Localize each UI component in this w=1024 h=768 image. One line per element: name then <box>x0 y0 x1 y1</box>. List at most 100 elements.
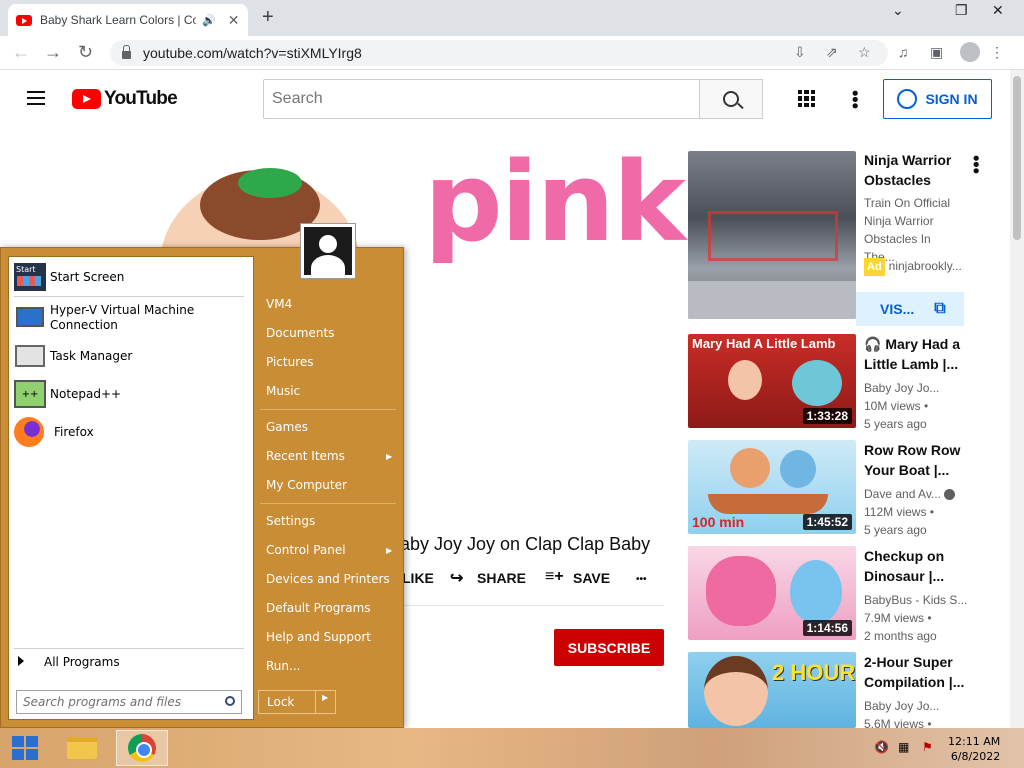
new-tab-button[interactable]: + <box>262 6 274 29</box>
start-item-help-support[interactable]: Help and Support <box>266 630 371 644</box>
start-item-pictures[interactable]: Pictures <box>266 355 314 369</box>
program-hyperv[interactable]: Hyper-V Virtual Machine Connection <box>14 303 200 333</box>
divider <box>260 409 396 410</box>
dislike-button[interactable]: LIKE <box>402 570 434 586</box>
program-firefox[interactable]: Firefox <box>14 417 94 447</box>
video-thumbnail[interactable]: 2 HOURS <box>688 652 856 728</box>
video-channel[interactable]: BabyBus - Kids S... <box>864 591 967 609</box>
video-age: 5 years ago <box>864 523 927 537</box>
share-page-icon[interactable]: ⇗ <box>826 44 838 61</box>
media-control-icon[interactable]: ♫ <box>898 44 909 60</box>
video-title-sidebar[interactable]: 🎧 Mary Had a Little Lamb |... <box>864 334 974 374</box>
browser-toolbar: ← → ↻ youtube.com/watch?v=stiXMLYIrg8 ⇩ … <box>0 36 1024 70</box>
video-channel[interactable]: Dave and Av... <box>864 485 956 503</box>
bookmark-star-icon[interactable]: ☆ <box>858 44 871 61</box>
hamburger-menu-icon[interactable] <box>27 91 45 105</box>
share-icon[interactable]: ↪ <box>450 568 463 588</box>
taskbar-explorer[interactable] <box>56 730 108 766</box>
save-button[interactable]: SAVE <box>573 570 610 586</box>
video-age: 5 years ago <box>864 417 927 431</box>
hyperv-icon <box>14 303 46 331</box>
start-item-games[interactable]: Games <box>266 420 308 434</box>
network-icon[interactable]: ▦ <box>898 740 909 754</box>
apps-grid-icon[interactable] <box>798 90 815 107</box>
video-title: aby Joy Joy on Clap Clap Baby <box>400 534 651 554</box>
account-icon <box>897 89 918 109</box>
system-clock[interactable]: 12:11 AM 6/8/2022 <box>948 734 1000 764</box>
restore-window-button[interactable]: ❐ <box>955 2 968 19</box>
start-item-devices-printers[interactable]: Devices and Printers <box>266 572 390 586</box>
search-button[interactable] <box>699 79 763 119</box>
side-panel-icon[interactable]: ▣ <box>930 44 943 61</box>
ad-description: Train On Official Ninja Warrior Obstacle… <box>864 196 951 264</box>
start-item-control-panel[interactable]: Control Panel <box>266 543 346 557</box>
start-item-default-programs[interactable]: Default Programs <box>266 601 371 615</box>
install-icon[interactable]: ⇩ <box>794 44 806 61</box>
ad-menu-icon[interactable]: ••• <box>966 155 986 174</box>
chrome-icon <box>128 734 156 762</box>
thumbnail-text: Mary Had A Little Lamb <box>692 336 836 351</box>
chrome-menu-icon[interactable]: ⋮ <box>990 44 1004 61</box>
speaker-icon[interactable]: 🔊 <box>202 14 216 27</box>
video-duration: 1:14:56 <box>802 620 852 636</box>
share-button[interactable]: SHARE <box>477 570 526 586</box>
save-playlist-icon[interactable]: ≡+ <box>545 568 564 586</box>
taskbar-chrome[interactable] <box>116 730 168 766</box>
volume-muted-icon[interactable]: 🔇 <box>874 740 889 754</box>
video-channel[interactable]: Baby Joy Jo... <box>864 697 939 715</box>
ad-title[interactable]: Ninja Warrior Obstacles <box>864 150 974 190</box>
expand-arrow-icon <box>18 656 24 666</box>
lock-icon[interactable] <box>122 45 131 59</box>
video-thumbnail[interactable]: Mary Had A Little Lamb 1:33:28 <box>688 334 856 428</box>
url-text: youtube.com/watch?v=stiXMLYIrg8 <box>143 45 362 61</box>
forward-icon[interactable]: → <box>44 42 62 63</box>
program-start-screen[interactable]: Start Start Screen <box>14 263 124 291</box>
program-task-manager[interactable]: Task Manager <box>14 342 132 370</box>
action-center-flag-icon[interactable]: ⚑ <box>922 740 933 754</box>
start-item-settings[interactable]: Settings <box>266 514 315 528</box>
lock-button[interactable]: Lock ▶ <box>258 690 336 714</box>
all-programs-button[interactable]: All Programs <box>18 655 120 669</box>
video-thumbnail[interactable]: 100 min 1:45:52 <box>688 440 856 534</box>
video-title-sidebar[interactable]: 2-Hour Super Compilation |... <box>864 652 974 692</box>
tab-close-icon[interactable]: ✕ <box>228 12 240 29</box>
start-item-documents[interactable]: Documents <box>266 326 334 340</box>
all-programs-label: All Programs <box>44 655 120 669</box>
start-item-my-computer[interactable]: My Computer <box>266 478 347 492</box>
profile-avatar-icon[interactable] <box>960 42 980 62</box>
video-title-sidebar[interactable]: Row Row Row Your Boat |... <box>864 440 974 480</box>
ad-thumbnail[interactable] <box>688 151 856 319</box>
address-bar[interactable]: youtube.com/watch?v=stiXMLYIrg8 <box>110 40 888 66</box>
reload-icon[interactable]: ↻ <box>78 42 93 63</box>
tab-search-icon[interactable]: ⌄ <box>892 2 904 19</box>
video-channel[interactable]: Baby Joy Jo... <box>864 379 939 397</box>
visit-site-button[interactable]: VIS... ⧉ <box>856 292 964 326</box>
ad-badge: Ad <box>864 258 885 276</box>
user-avatar[interactable] <box>300 223 356 279</box>
program-label: Task Manager <box>50 349 133 363</box>
start-search-input[interactable]: Search programs and files <box>16 690 242 714</box>
video-thumbnail[interactable]: 1:14:56 <box>688 546 856 640</box>
subscribe-button[interactable]: SUBSCRIBE <box>554 629 664 666</box>
search-input[interactable]: Search <box>263 79 700 119</box>
browser-tab[interactable]: Baby Shark Learn Colors | Co 🔊 ✕ <box>8 4 248 36</box>
settings-more-icon[interactable]: ••• <box>845 90 865 109</box>
search-icon <box>723 91 739 107</box>
screen: { "browser": { "tab_title": "Baby Shark … <box>0 0 1024 768</box>
more-actions-icon[interactable]: ••• <box>636 574 647 585</box>
close-window-button[interactable]: ✕ <box>992 2 1004 19</box>
scrollbar-thumb[interactable] <box>1013 76 1021 240</box>
sign-in-button[interactable]: SIGN IN <box>883 79 992 119</box>
lock-options-arrow-icon[interactable]: ▶ <box>322 693 328 702</box>
video-title-sidebar[interactable]: Checkup on Dinosaur |... <box>864 546 974 586</box>
search-placeholder: Search programs and files <box>23 695 181 709</box>
start-item-recent-items[interactable]: Recent Items <box>266 449 345 463</box>
back-icon[interactable]: ← <box>12 42 30 63</box>
start-item-music[interactable]: Music <box>266 384 300 398</box>
youtube-logo[interactable]: YouTube <box>72 88 178 110</box>
windows-start-icon[interactable] <box>12 736 38 760</box>
video-duration: 1:45:52 <box>802 514 852 530</box>
start-item-vm4[interactable]: VM4 <box>266 297 292 311</box>
program-notepadpp[interactable]: ++ Notepad++ <box>14 380 121 408</box>
start-item-run[interactable]: Run... <box>266 659 300 673</box>
